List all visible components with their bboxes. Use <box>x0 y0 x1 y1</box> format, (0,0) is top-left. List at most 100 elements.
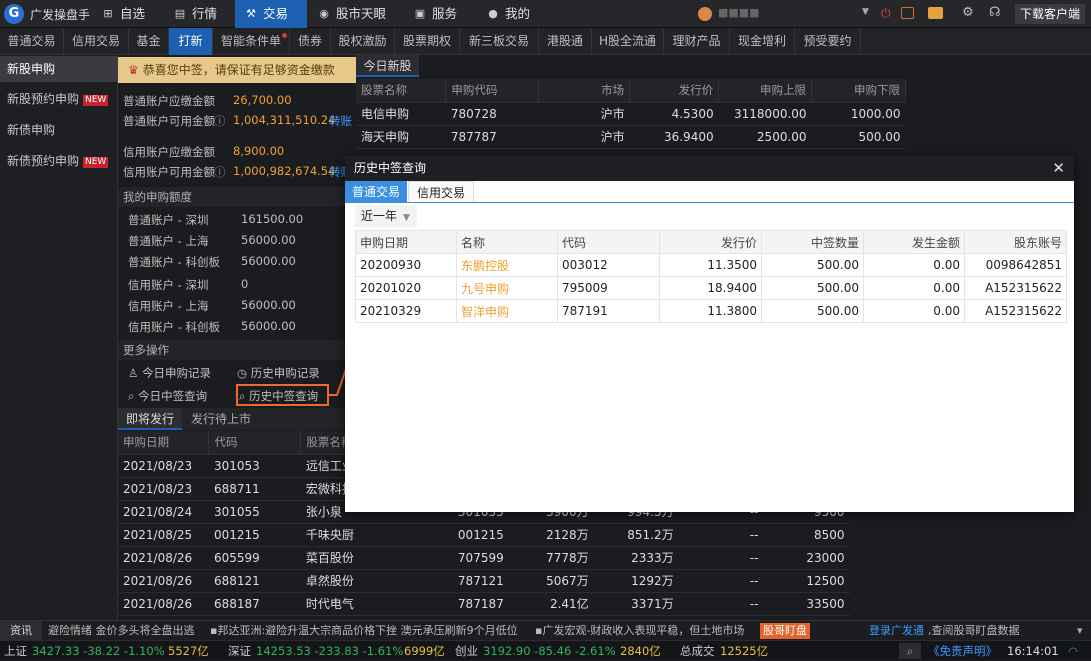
cell: 500.00 <box>761 299 864 323</box>
cell: 301055 <box>208 500 301 524</box>
col-header: 代码 <box>208 431 302 455</box>
cell: 2021/08/26 <box>118 592 209 616</box>
stock-name-link[interactable]: 智洋申购 <box>456 299 558 323</box>
today-win-query-link[interactable]: ⌕ 今日中签查询 <box>128 388 207 404</box>
table-row[interactable]: 电信申购 780728 沪市 4.5300 3118000.00 1000.00 <box>356 102 906 126</box>
today-apply-record-link[interactable]: ♙ 今日申购记录 <box>128 365 211 381</box>
col-header: 申购上限 <box>718 79 813 103</box>
subtab-wealth-products[interactable]: 理财产品 <box>664 28 730 55</box>
gavel-icon: ⚒ <box>246 7 256 20</box>
tab-upcoming[interactable]: 即将发行 <box>118 408 182 430</box>
help-icon[interactable]: ⓘ <box>214 113 226 129</box>
subtab-smart-order[interactable]: 智能条件单 <box>213 28 290 55</box>
help-icon[interactable]: ⓘ <box>214 164 226 180</box>
news-item[interactable]: ▪广发宏观-财政收入表现平稳，但土地市场 <box>535 621 755 641</box>
subtab-hk-connect[interactable]: 港股通 <box>539 28 592 55</box>
nav-tab-trade[interactable]: ⚒ 交易 <box>235 0 307 28</box>
nav-tab-watchlist[interactable]: ⊞ 自选 <box>92 0 162 28</box>
cell: 5067万 <box>508 569 594 593</box>
subtab-cash-plus[interactable]: 现金增利 <box>730 28 795 55</box>
mail-icon[interactable] <box>928 7 943 19</box>
subtab-normal-trade[interactable]: 普通交易 <box>0 28 64 55</box>
nav-tab-market-eye[interactable]: ◉ 股市天眼 <box>308 0 396 28</box>
cell: 688711 <box>208 477 301 501</box>
cell: 3371万 <box>593 592 679 616</box>
period-select[interactable]: 近一年 ▼ <box>355 205 417 227</box>
search-icon[interactable]: ⌕ <box>899 643 921 659</box>
search-icon: ⌕ <box>239 389 246 403</box>
table-row[interactable]: 20200930 东鹏控股 003012 11.3500 500.00 0.00… <box>355 253 1067 277</box>
subtab-bond[interactable]: 债券 <box>290 28 331 55</box>
cell: 23000 <box>763 546 850 570</box>
cell: -- <box>678 546 764 570</box>
transfer-link[interactable]: 转账 <box>329 113 352 129</box>
stock-watch-badge[interactable]: 股哥盯盘 <box>760 623 810 639</box>
subtab-h-share[interactable]: H股全流通 <box>592 28 664 55</box>
stock-name-link[interactable]: 东鹏控股 <box>456 253 558 277</box>
col-header: 发行价 <box>659 230 762 254</box>
normal-avail-value: 1,004,311,510.24 <box>233 113 336 127</box>
table-row[interactable]: 2021/08/26 605599 菜百股份 707599 7778万 2333万 -- 23… <box>118 546 850 570</box>
avatar[interactable] <box>698 7 712 21</box>
subtab-fund[interactable]: 基金 <box>129 28 169 55</box>
cell: 2021/08/23 <box>118 454 209 478</box>
credit-due-label: 信用账户应缴金额 <box>123 145 215 159</box>
subtab-ipo[interactable]: 打新 <box>169 28 213 55</box>
cell: 001215 <box>208 523 301 547</box>
disclaimer-link[interactable]: 《免责声明》 <box>928 641 997 661</box>
quota-label: 普通账户 - 深圳 <box>128 213 209 227</box>
eye-icon: ◉ <box>319 7 329 20</box>
cell: 2021/08/26 <box>118 569 209 593</box>
news-item[interactable]: ▪邦达亚洲:避险升温大宗商品价格下挫 澳元承压刷新9个月低位 <box>210 621 518 641</box>
subtab-neeq[interactable]: 新三板交易 <box>460 28 539 55</box>
sidebar-item-bond-apply[interactable]: 新债申购 <box>0 117 118 143</box>
table-row[interactable]: 2021/08/26 688187 时代电气 787187 2.41亿 3371万 -- 33… <box>118 592 850 616</box>
gear-icon[interactable]: ⚙ <box>962 5 974 20</box>
today-new-table: 股票名称 申购代码 市场 发行价 申购上限 申购下限 电信申购 780728 沪… <box>356 79 906 149</box>
app-logo: G <box>4 4 24 24</box>
headset-icon[interactable]: ☊ <box>989 5 1001 20</box>
cy-index: 3192.90 -85.46 -2.61% <box>483 644 616 658</box>
more-ops-title: 更多操作 <box>118 340 356 360</box>
cell: 12500 <box>763 569 850 593</box>
cell: 20201020 <box>355 276 457 300</box>
sidebar-item-ipo-apply[interactable]: 新股申购 <box>0 56 118 82</box>
news-item[interactable]: 避险情绪 金价多头将全盘出逃 <box>48 621 195 641</box>
collapse-icon[interactable]: ▾ <box>1077 621 1083 641</box>
history-win-query-link[interactable]: ⌕ 历史中签查询 <box>239 388 318 404</box>
table-row[interactable]: 20201020 九号申购 795009 18.9400 500.00 0.00… <box>355 276 1067 300</box>
dialog-tab-credit[interactable]: 信用交易 <box>408 181 474 203</box>
cell: 2021/08/26 <box>118 546 209 570</box>
login-link[interactable]: 登录广发通 <box>869 621 924 641</box>
cell: 003012 <box>557 253 660 277</box>
download-client-button[interactable]: 下载客户端 <box>1015 4 1085 24</box>
sidebar-item-ipo-reserve[interactable]: 新股预约申购 NEW <box>0 86 118 112</box>
nav-tab-service[interactable]: ▣ 服务 <box>404 0 474 28</box>
stock-name-link[interactable]: 九号申购 <box>456 276 558 300</box>
sidebar-item-bond-reserve[interactable]: 新债预约申购 NEW <box>0 148 118 174</box>
chevron-down-icon[interactable]: ▼ <box>862 7 869 17</box>
cell: 8500 <box>763 523 850 547</box>
table-row[interactable]: 海天申购 787787 沪市 36.9400 2500.00 500.00 <box>356 125 906 149</box>
credit-due-value: 8,900.00 <box>233 144 285 158</box>
chevron-down-icon: ▼ <box>403 213 410 223</box>
lock-icon[interactable] <box>901 7 914 19</box>
close-icon[interactable]: ✕ <box>1052 156 1065 181</box>
tab-today-new[interactable]: 今日新股 <box>356 55 419 77</box>
subtab-credit-trade[interactable]: 信用交易 <box>64 28 129 55</box>
tab-pending-listing[interactable]: 发行待上市 <box>182 408 260 430</box>
table-row[interactable]: 2021/08/25 001215 千味央厨 001215 2128万 851.2万 -- 8… <box>118 523 850 547</box>
trophy-icon: ♙ <box>128 366 139 380</box>
table-row[interactable]: 20210329 智洋申购 787191 11.3800 500.00 0.00… <box>355 299 1067 323</box>
subtab-tender-offer[interactable]: 预受要约 <box>795 28 861 55</box>
history-apply-record-link[interactable]: ◷ 历史申购记录 <box>237 365 320 381</box>
cell: 2.41亿 <box>508 592 594 616</box>
subtab-equity-incentive[interactable]: 股权激励 <box>331 28 395 55</box>
nav-tab-mine[interactable]: ● 我的 <box>477 0 547 28</box>
subtab-stock-options[interactable]: 股票期权 <box>395 28 460 55</box>
table-row[interactable]: 2021/08/26 688121 卓然股份 787121 5067万 1292万 -- 12… <box>118 569 850 593</box>
dialog-tab-normal[interactable]: 普通交易 <box>345 181 407 203</box>
nav-tab-market[interactable]: ▤ 行情 <box>164 0 234 28</box>
cell: 时代电气 <box>300 592 431 616</box>
power-icon[interactable]: ⏻ <box>881 6 891 21</box>
